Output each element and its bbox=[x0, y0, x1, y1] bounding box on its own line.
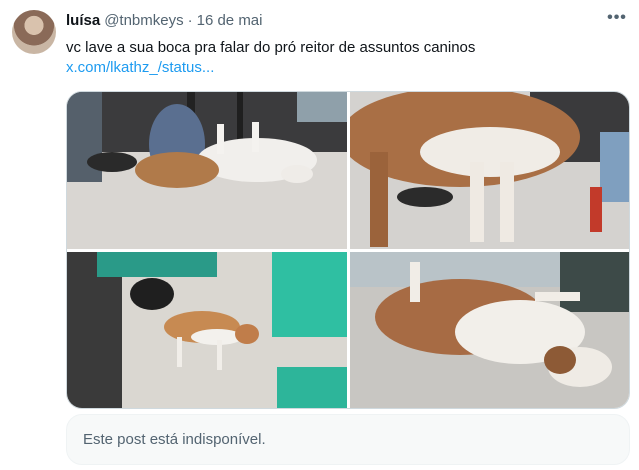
media-photo-2[interactable] bbox=[350, 92, 629, 249]
tweet-link[interactable]: x.com/lkathz_/status... bbox=[66, 58, 214, 78]
tweet-header: luísa @tnbmkeys · 16 de mai bbox=[66, 12, 262, 29]
tweet-text: vc lave a sua boca pra falar do pró reit… bbox=[66, 39, 476, 56]
author-name[interactable]: luísa bbox=[66, 12, 100, 29]
tweet-date[interactable]: 16 de mai bbox=[197, 12, 263, 29]
avatar[interactable] bbox=[12, 10, 56, 54]
media-photo-3[interactable] bbox=[67, 252, 347, 408]
header-separator: · bbox=[187, 12, 193, 29]
unavailable-text: Este post está indisponível. bbox=[83, 431, 266, 448]
media-photo-4[interactable] bbox=[350, 252, 629, 408]
quoted-post-unavailable: Este post está indisponível. bbox=[66, 414, 630, 465]
media-photo-1[interactable] bbox=[67, 92, 347, 249]
media-grid bbox=[66, 91, 630, 409]
author-handle[interactable]: @tnbmkeys bbox=[104, 12, 183, 29]
more-dots-icon[interactable]: ••• bbox=[607, 10, 627, 30]
